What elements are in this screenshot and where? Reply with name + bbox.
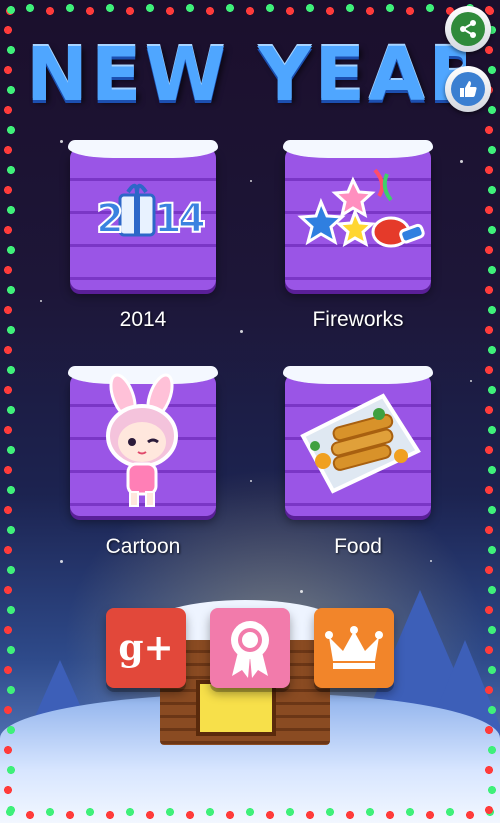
svg-text:2: 2 xyxy=(96,196,124,242)
like-button[interactable] xyxy=(445,66,491,112)
category-tile-cartoon[interactable] xyxy=(68,366,218,516)
svg-text:4: 4 xyxy=(178,196,206,242)
award-button[interactable] xyxy=(210,608,290,688)
cabin-window xyxy=(196,680,276,736)
2014-gift-icon: 2 1 4 xyxy=(95,183,207,243)
category-tile-2014[interactable]: 2 1 4 xyxy=(68,140,218,290)
category-label-fireworks: Fireworks xyxy=(312,308,404,331)
category-label-food: Food xyxy=(334,535,382,558)
crown-button[interactable] xyxy=(314,608,394,688)
string-lights-right xyxy=(478,0,500,823)
share-icon xyxy=(451,12,485,46)
category-tile-fireworks[interactable] xyxy=(283,140,433,290)
award-ribbon-icon xyxy=(231,621,269,678)
share-button[interactable] xyxy=(445,6,491,52)
fireworks-stars-icon xyxy=(297,168,425,248)
category-tile-food[interactable] xyxy=(283,366,433,516)
spring-rolls-icon xyxy=(300,393,421,494)
app-title: NEW YEAR xyxy=(26,32,466,118)
bunny-girl-icon xyxy=(106,373,178,507)
google-plus-button[interactable]: g+ xyxy=(106,608,186,688)
string-lights-left xyxy=(0,0,22,823)
google-plus-icon: g+ xyxy=(118,627,174,669)
category-label-cartoon: Cartoon xyxy=(105,535,181,558)
thumbs-up-icon xyxy=(451,72,485,106)
crown-icon xyxy=(325,626,383,669)
string-lights-top xyxy=(0,0,500,22)
string-lights-bottom xyxy=(0,801,500,823)
category-label-2014: 2014 xyxy=(119,308,167,331)
